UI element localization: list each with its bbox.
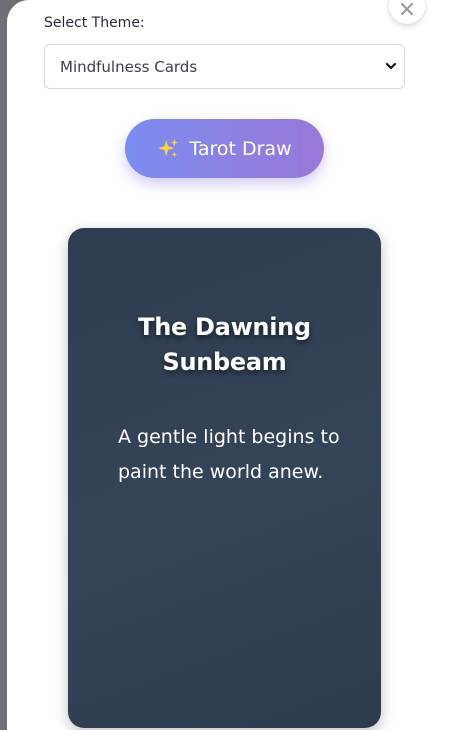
close-button[interactable]: × <box>389 0 425 24</box>
close-icon[interactable]: × <box>398 0 416 21</box>
theme-label: Select Theme: <box>44 15 145 31</box>
theme-select-value: Mindfulness Cards <box>60 57 198 76</box>
chevron-down-icon <box>385 62 397 70</box>
card-text: A gentle light begins to paint the world… <box>118 426 340 483</box>
card-title: The Dawning Sunbeam <box>138 313 311 376</box>
theme-select[interactable]: Mindfulness Cards <box>44 44 405 89</box>
sparkles-icon <box>158 138 179 157</box>
tarot-modal: × Select Theme: Mindfulness Cards Tarot … <box>7 0 450 730</box>
tarot-card: The Dawning Sunbeam A gentle light begin… <box>68 228 381 728</box>
tarot-draw-label: Tarot Draw <box>189 137 292 160</box>
tarot-draw-button[interactable]: Tarot Draw <box>125 119 324 178</box>
